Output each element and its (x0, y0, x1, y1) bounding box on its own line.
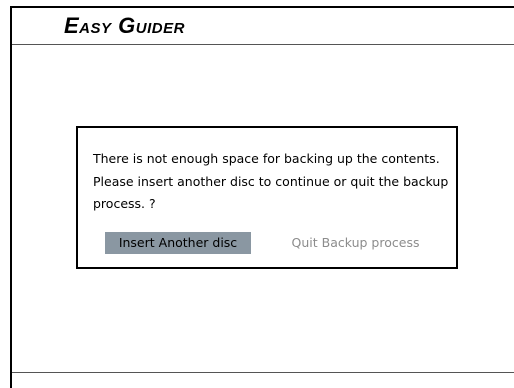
footer-divider (12, 372, 514, 373)
dialog-message: There is not enough space for backing up… (93, 151, 449, 211)
insufficient-space-dialog: There is not enough space for backing up… (76, 126, 458, 269)
quit-backup-button[interactable]: Quit Backup process (283, 232, 428, 254)
app-title: Easy Guider (64, 13, 185, 38)
insert-another-disc-button[interactable]: Insert Another disc (105, 232, 251, 254)
header-divider (12, 44, 514, 45)
frame-top-border (10, 6, 514, 8)
frame-left-border (10, 6, 12, 388)
